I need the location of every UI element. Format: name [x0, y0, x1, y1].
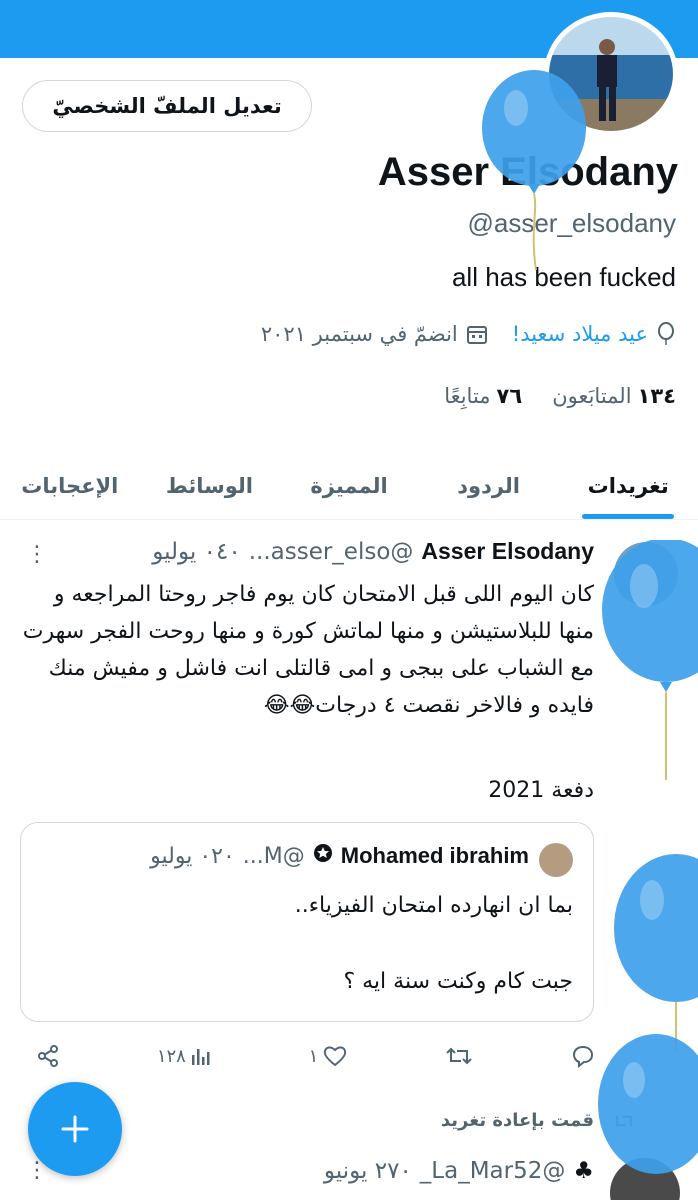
profile-name: Asser Elsodany	[377, 150, 678, 194]
tweet-author-name[interactable]: Asser Elsodany	[421, 538, 594, 565]
profile-avatar[interactable]	[544, 12, 678, 136]
tweet-avatar[interactable]	[614, 542, 678, 606]
tab-highlights[interactable]: المميزة	[279, 452, 419, 519]
next-tweet-date[interactable]: ٢٧٠ يونيو	[324, 1158, 412, 1184]
view-count: ١٢٨	[156, 1045, 186, 1067]
joined-date: انضمّ في سبتمبر ٢٠٢١	[260, 322, 458, 346]
tweet-footer-text: دفعة 2021	[488, 778, 594, 803]
verified-icon	[313, 843, 333, 869]
tab-media[interactable]: الوسائط	[140, 452, 280, 519]
tweet-author-handle[interactable]: @asser_elso...	[249, 539, 414, 565]
club-icon: ♣	[573, 1158, 594, 1184]
share-icon	[38, 1045, 58, 1067]
quote-text-line-1: بما ان انهارده امتحان الفيزياء..	[294, 893, 573, 918]
tab-tweets[interactable]: تغريدات	[558, 452, 698, 519]
quote-date: ٠٢٠ يوليو	[150, 843, 235, 869]
profile-handle: @asser_elsodany	[467, 208, 676, 238]
tweet-text: كان اليوم اللى قبل الامتحان كان يوم فاجر…	[22, 582, 594, 718]
compose-tweet-button[interactable]	[28, 1082, 122, 1176]
views-button[interactable]: ١٢٨	[157, 1045, 212, 1067]
retweet-indicator-icon	[612, 1110, 636, 1136]
birthday-item[interactable]: عيد ميلاد سعيد!	[512, 322, 676, 346]
more-options-icon[interactable]: ⋮	[26, 542, 48, 567]
next-tweet-avatar[interactable]	[610, 1158, 680, 1200]
joined-item: انضمّ في سبتمبر ٢٠٢١	[261, 322, 488, 346]
heart-icon	[324, 1046, 347, 1067]
profile-stats: ١٣٤المتابَعون ٧٦متابِعًا	[444, 384, 676, 408]
tweet-actions: ١ ١٢٨	[36, 1038, 596, 1074]
balloon-icon	[658, 322, 674, 345]
reply-icon	[572, 1045, 594, 1068]
like-count: ١	[308, 1045, 319, 1067]
tweet-date[interactable]: ٠٤٠ يوليو	[152, 539, 241, 565]
profile-tabs: تغريدات الردود المميزة الوسائط الإعجابات	[0, 452, 698, 520]
profile-bio: all has been fucked	[451, 262, 676, 292]
plus-icon	[61, 1115, 89, 1143]
quote-author-handle: @M...	[242, 843, 305, 869]
next-tweet-header: ♣ @La_Mar52_ ٢٧٠ يونيو	[324, 1158, 594, 1184]
birthday-link[interactable]: عيد ميلاد سعيد!	[512, 322, 648, 346]
next-tweet-handle[interactable]: @La_Mar52_	[420, 1158, 566, 1184]
edit-profile-button[interactable]: تعديل الملفّ الشخصيّ	[22, 80, 312, 132]
quote-text-line-2: جبت كام وكنت سنة ايه ؟	[343, 969, 573, 994]
retweeted-label: قمت بإعادة تغريد	[440, 1110, 594, 1131]
views-icon	[191, 1049, 210, 1065]
quoted-tweet[interactable]: Mohamed ibrahim @M... ٠٢٠ يوليو بما ان ا…	[20, 822, 594, 1022]
reply-button[interactable]	[570, 1044, 596, 1068]
followers-stat[interactable]: ١٣٤المتابَعون	[552, 384, 676, 408]
following-stat[interactable]: ٧٦متابِعًا	[444, 384, 522, 408]
retweet-button[interactable]	[445, 1044, 473, 1068]
avatar-photo	[549, 17, 673, 131]
calendar-icon	[466, 326, 487, 344]
tweet-header: Asser Elsodany @asser_elso... ٠٤٠ يوليو	[152, 538, 594, 565]
like-button[interactable]: ١	[309, 1044, 349, 1068]
retweet-icon	[446, 1047, 472, 1065]
tab-likes[interactable]: الإعجابات	[0, 452, 140, 519]
quote-author-name: Mohamed ibrahim	[340, 843, 529, 868]
quote-avatar	[539, 843, 573, 877]
profile-meta: عيد ميلاد سعيد! انضمّ في سبتمبر ٢٠٢١	[243, 322, 676, 346]
balloon-icon	[614, 854, 698, 1052]
quote-header: Mohamed ibrahim @M... ٠٢٠ يوليو	[150, 843, 529, 869]
tab-replies[interactable]: الردود	[419, 452, 559, 519]
share-button[interactable]	[36, 1044, 60, 1068]
